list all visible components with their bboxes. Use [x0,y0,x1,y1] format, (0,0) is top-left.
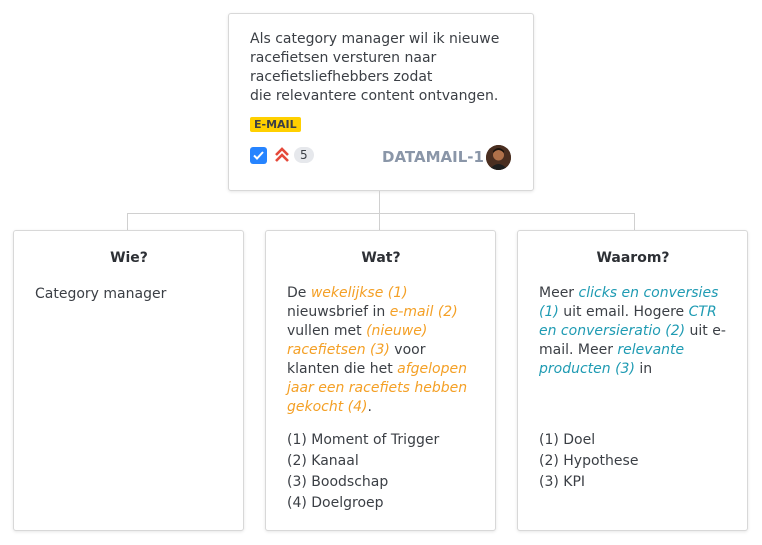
task-type-icon [250,146,267,164]
waarom-title: Waarom? [596,250,670,266]
connector-line [127,213,635,214]
wie-title: Wie? [110,250,148,266]
legend-item: (1) Moment of Trigger [287,432,440,448]
connector-line [127,213,128,230]
assignee-avatar[interactable] [486,145,511,170]
connector-line [379,191,380,213]
label-badge[interactable]: E-MAIL [250,117,301,132]
story-meta-row: 5 [250,146,314,164]
wie-body: Category manager [35,286,167,302]
legend-item: (3) Boodschap [287,474,389,490]
issue-key[interactable]: DATAMAIL-1 [382,148,484,166]
kanaal-highlight: e-mail (2) [389,304,458,320]
legend-item: (3) KPI [539,474,586,490]
waarom-legend: (1) Doel (2) Hypothese (3) KPI [539,430,638,493]
wat-title: Wat? [361,250,401,266]
wat-legend: (1) Moment of Trigger (2) Kanaal (3) Boo… [287,430,439,514]
connector-line [634,213,635,230]
moment-of-trigger-highlight: wekelijkse (1) [310,285,408,301]
story-points-badge: 5 [294,147,314,163]
connector-line [379,213,380,230]
waarom-card[interactable]: Waarom? Meer clicks en conversies (1) ui… [517,230,748,531]
legend-item: (2) Hypothese [539,453,639,469]
priority-highest-icon [274,146,290,164]
legend-item: (1) Doel [539,432,596,448]
wat-body: De wekelijkse (1) nieuwsbrief in e-mail … [287,285,468,415]
legend-item: (4) Doelgroep [287,495,384,511]
waarom-body: Meer clicks en conversies (1) uit email.… [539,285,726,377]
legend-item: (2) Kanaal [287,453,359,469]
wie-card[interactable]: Wie? Category manager [13,230,244,531]
story-description: Als category manager wil ik nieuwe racef… [250,31,500,104]
wat-card[interactable]: Wat? De wekelijkse (1) nieuwsbrief in e-… [265,230,496,531]
